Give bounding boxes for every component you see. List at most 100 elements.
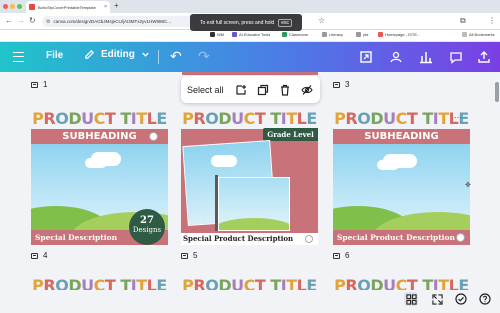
comment-icon[interactable] [448, 49, 464, 65]
fullscreen-icon[interactable] [430, 292, 444, 306]
page-comment-icon[interactable] [333, 81, 340, 88]
page-more-options-icon[interactable]: ⋯ [454, 113, 462, 122]
page-comment-icon[interactable] [31, 81, 38, 88]
maximize-window-button[interactable] [17, 4, 22, 9]
logo-badge-icon [456, 233, 465, 242]
select-all-button[interactable]: Select all [187, 85, 224, 95]
file-menu-button[interactable]: File [46, 50, 63, 61]
logo-badge-icon [305, 235, 313, 243]
editor-header: File Editing ↶ ↷ [0, 42, 500, 72]
header-divider [158, 50, 159, 64]
undo-icon[interactable]: ↶ [170, 48, 182, 65]
fullscreen-notice-text: To exit full screen, press and hold [200, 19, 275, 26]
page-thumbnail-5[interactable]: PRODUCT TITLE Grade Level Special Produc… [181, 109, 318, 245]
fullscreen-notice: To exit full screen, press and hold esc [190, 14, 302, 31]
grade-level-tag: Grade Level [263, 128, 318, 141]
designs-count-word: Designs [132, 226, 162, 234]
main-menu-icon[interactable] [13, 50, 26, 63]
pencil-icon [85, 49, 95, 59]
collaborate-icon[interactable] [388, 49, 404, 65]
delete-page-icon[interactable] [278, 83, 292, 97]
bookmark-all[interactable]: All Bookmarks [462, 32, 495, 37]
designs-count-badge: 27 Designs [129, 209, 165, 245]
bookmark-literacy[interactable]: Literacy [322, 32, 343, 37]
product-title: PRODUCT TITLE [182, 276, 317, 290]
page-label-6: 6 [333, 251, 349, 260]
share-upload-icon[interactable] [476, 49, 492, 65]
editing-mode-button[interactable]: Editing [84, 49, 150, 60]
preview-sheet-stripe [215, 175, 218, 231]
tab-title: BohoStyCoverPrintableTemplate [38, 4, 96, 10]
hill-shape [219, 218, 289, 230]
extensions-icon[interactable]: ⧉ [460, 16, 466, 26]
product-title: PRODUCT TITLE [182, 109, 317, 128]
page-2-bottom-edge [182, 72, 318, 75]
bookmark-ytd[interactable]: ytd [356, 32, 368, 37]
page-number: 6 [345, 251, 350, 260]
sky-background [333, 144, 470, 230]
browser-tab[interactable]: BohoStyCoverPrintableTemplate × [26, 1, 110, 13]
page-number: 3 [345, 80, 350, 89]
page-comment-icon[interactable] [31, 252, 38, 259]
new-tab-icon[interactable]: + [114, 1, 119, 10]
page-thumbnail-6[interactable]: PRODUCT TITLE SUBHEADING ⋯ Special Produ… [333, 109, 470, 245]
product-title: PRODUCT TITLE [32, 276, 167, 290]
url-text: canva.com/design/DAGbJM4jeCU/jAI3MTx2yv1… [53, 19, 172, 24]
preview-sheet-front [218, 177, 290, 231]
url-field[interactable]: ⚙ canva.com/design/DAGbJM4jeCU/jAI3MTx2y… [42, 16, 202, 27]
subheading: SUBHEADING [31, 129, 168, 144]
minimize-window-button[interactable] [10, 4, 15, 9]
page-label-5: 5 [181, 251, 197, 260]
description: Special Product Description [333, 230, 470, 245]
page-thumbnail-4[interactable]: PRODUCT TITLE SUBHEADING Special Descrip… [31, 109, 168, 245]
bookmark-iste[interactable]: Homepage - ISTE... [378, 32, 420, 37]
page-comment-icon[interactable] [181, 252, 188, 259]
cloud-shape [85, 158, 107, 168]
forward-icon[interactable]: → [17, 16, 25, 25]
description: Special Product Description [181, 233, 318, 245]
logo-badge-icon [149, 132, 158, 141]
duplicate-page-icon[interactable] [256, 83, 270, 97]
page-number: 1 [43, 80, 48, 89]
browser-tab-bar: BohoStyCoverPrintableTemplate × + [0, 0, 500, 13]
esc-key-label: esc [278, 18, 292, 27]
subheading: SUBHEADING [333, 129, 470, 144]
page-comment-icon[interactable] [333, 252, 340, 259]
site-info-icon[interactable]: ⚙ [46, 19, 50, 25]
help-icon[interactable] [478, 292, 492, 306]
product-title: PRODUCT TITLE [334, 276, 469, 290]
bookmark-classroom[interactable]: Classroom [282, 32, 308, 37]
chevron-down-icon [142, 52, 149, 57]
page-thumbnail-8[interactable]: PRODUCT TITLE [181, 276, 318, 290]
check-done-icon[interactable] [454, 292, 468, 306]
reload-icon[interactable]: ↻ [29, 16, 36, 25]
vertical-scrollbar[interactable] [495, 82, 499, 102]
page-number: 4 [43, 251, 48, 260]
tab-favicon-icon [29, 4, 35, 10]
page-label-1: 1 [31, 80, 47, 89]
page-label-3: 3 [333, 80, 349, 89]
close-window-button[interactable] [3, 4, 8, 9]
designs-count-number: 27 [140, 215, 154, 226]
browser-menu-icon[interactable]: ⋮ [488, 16, 496, 25]
page-thumbnail-7[interactable]: PRODUCT TITLE [31, 276, 168, 290]
cloud-shape [377, 160, 399, 170]
grid-view-icon[interactable] [404, 292, 418, 306]
product-title: PRODUCT TITLE [334, 109, 469, 128]
add-page-icon[interactable] [234, 83, 248, 97]
close-tab-icon[interactable]: × [104, 4, 107, 10]
page-thumbnail-9[interactable]: PRODUCT TITLE [333, 276, 470, 290]
cursor-icon: ✥ [465, 182, 471, 189]
bookmark-star-icon[interactable]: ☆ [318, 16, 325, 25]
bookmark-wm[interactable]: WM [210, 32, 224, 37]
hide-page-icon[interactable] [300, 83, 314, 97]
back-icon[interactable]: ← [5, 16, 13, 25]
product-title: PRODUCT TITLE [32, 109, 167, 128]
resize-icon[interactable] [358, 49, 374, 65]
redo-icon[interactable]: ↷ [198, 48, 210, 65]
page-label-4: 4 [31, 251, 47, 260]
page-number: 5 [193, 251, 198, 260]
editing-label: Editing [101, 49, 135, 60]
insights-chart-icon[interactable] [418, 49, 434, 65]
bookmark-ai-educator[interactable]: AI Educator Tools [232, 32, 270, 37]
